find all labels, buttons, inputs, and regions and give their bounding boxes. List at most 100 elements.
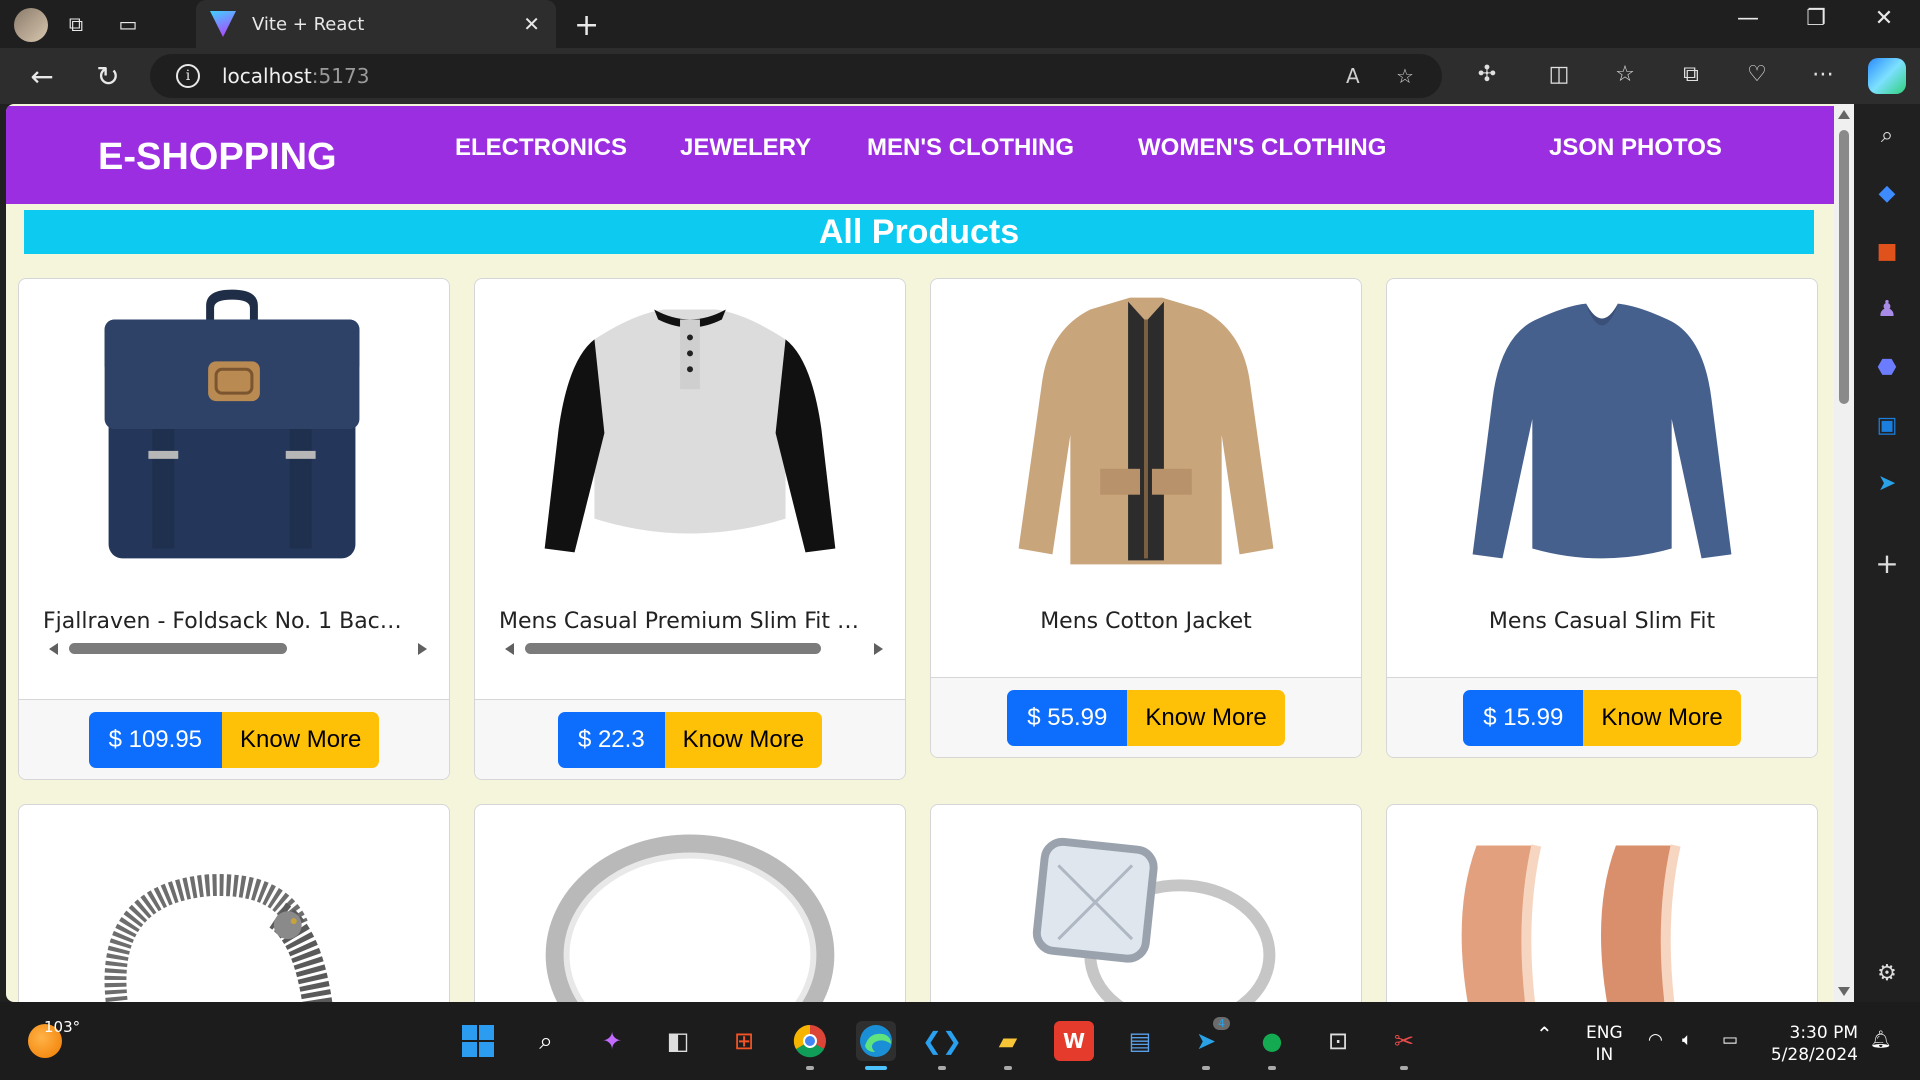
notification-bell-icon[interactable]: 🔔︎ <box>1870 1030 1892 1050</box>
copilot-pre-icon[interactable]: ✦ <box>592 1021 632 1061</box>
mongodb-compass-icon[interactable]: ● <box>1252 1021 1292 1070</box>
vertical-tabs-icon[interactable]: ▭ <box>114 10 142 38</box>
product-title: Mens Casual Slim Fit <box>1488 609 1716 634</box>
microsoft-store-icon[interactable]: ⊞ <box>724 1021 764 1061</box>
snipping-tool-icon[interactable]: ✂ <box>1384 1021 1424 1070</box>
show-hidden-icons-chevron-icon[interactable]: ⌃ <box>1536 1022 1553 1046</box>
price-button[interactable]: $ 15.99 <box>1463 690 1584 746</box>
close-window-button[interactable]: ✕ <box>1864 6 1904 31</box>
product-card: Fjallraven - Foldsack No. 1 Backp... $ 1… <box>18 278 450 780</box>
notepad-icon[interactable]: ▤ <box>1120 1021 1160 1061</box>
product-image-bracelet[interactable] <box>19 805 449 1002</box>
scroll-right-icon[interactable] <box>874 643 883 655</box>
edge-icon[interactable] <box>856 1021 896 1070</box>
terminal-icon[interactable]: ⊡ <box>1318 1021 1358 1061</box>
product-card: Mens Cotton Jacket $ 55.99 Know More <box>930 278 1362 758</box>
product-image-tshirt[interactable] <box>475 279 905 579</box>
product-image-long-sleeve[interactable] <box>1387 279 1817 579</box>
product-image-diamond-ring[interactable] <box>931 805 1361 1002</box>
nav-json-photos[interactable]: JSON PHOTOS <box>1549 134 1722 162</box>
read-aloud-icon[interactable]: A <box>1346 64 1360 88</box>
search-icon[interactable]: ⌕ <box>1870 118 1904 152</box>
scroll-thumb[interactable] <box>525 643 821 654</box>
back-icon[interactable]: ← <box>22 60 62 93</box>
tab-vite-react[interactable]: Vite + React ✕ <box>196 0 556 48</box>
scroll-thumb[interactable] <box>69 643 287 654</box>
product-image-ring[interactable] <box>475 805 905 1002</box>
clock[interactable]: 3:30 PM 5/28/2024 <box>1762 1022 1858 1066</box>
file-explorer-icon[interactable]: ▰ <box>988 1021 1028 1070</box>
language-indicator[interactable]: ENG IN <box>1586 1022 1623 1066</box>
product-title: Mens Cotton Jacket <box>1040 609 1252 634</box>
tab-close-icon[interactable]: ✕ <box>523 12 540 36</box>
favorite-star-icon[interactable]: ☆ <box>1396 64 1414 88</box>
know-more-button[interactable]: Know More <box>222 712 380 768</box>
running-indicator <box>1202 1066 1210 1070</box>
favorites-icon[interactable]: ☆ <box>1608 62 1642 87</box>
wifi-icon[interactable]: ◠ <box>1648 1030 1663 1050</box>
page-scrollbar[interactable] <box>1834 104 1854 1002</box>
product-image-jacket[interactable] <box>931 279 1361 579</box>
split-screen-icon[interactable]: ◫ <box>1542 62 1576 87</box>
price-button[interactable]: $ 22.3 <box>557 712 665 768</box>
know-more-button[interactable]: Know More <box>1583 690 1741 746</box>
nav-jewelery[interactable]: JEWELERY <box>680 134 811 162</box>
new-tab-button[interactable]: + <box>574 8 599 43</box>
nav-electronics[interactable]: ELECTRONICS <box>455 134 627 162</box>
scroll-right-icon[interactable] <box>418 643 427 655</box>
profile-avatar[interactable] <box>14 8 48 42</box>
price-button[interactable]: $ 55.99 <box>1007 690 1128 746</box>
minimize-button[interactable]: — <box>1728 6 1768 31</box>
product-image-plugs[interactable] <box>1387 805 1817 1002</box>
site-brand[interactable]: E-SHOPPING <box>98 136 337 179</box>
vscode-icon[interactable]: ❮❯ <box>922 1021 962 1070</box>
know-more-button[interactable]: Know More <box>664 712 823 768</box>
running-indicator <box>865 1066 887 1070</box>
chrome-icon[interactable] <box>790 1021 830 1070</box>
site-navbar: E-SHOPPING ELECTRONICS JEWELERY MEN'S CL… <box>6 106 1834 204</box>
telegram-icon[interactable]: ➤ 4 <box>1186 1017 1230 1070</box>
know-more-button[interactable]: Know More <box>1127 690 1285 746</box>
section-title: All Products <box>24 210 1814 254</box>
scroll-up-icon[interactable] <box>1838 110 1850 119</box>
nav-mens-clothing[interactable]: MEN'S CLOTHING <box>867 134 1074 162</box>
more-options-icon[interactable]: ⋯ <box>1806 62 1840 87</box>
title-scrollbar[interactable] <box>503 639 885 657</box>
start-windows-icon[interactable] <box>458 1021 498 1061</box>
task-view-icon[interactable]: ◧ <box>658 1021 698 1061</box>
workspaces-icon[interactable]: ⧉ <box>62 10 90 38</box>
product-title: Fjallraven - Foldsack No. 1 Backp... <box>43 609 428 634</box>
volume-icon[interactable]: 🔈︎ <box>1682 1030 1692 1050</box>
restore-button[interactable]: ❐ <box>1796 6 1836 31</box>
page-scroll-thumb[interactable] <box>1839 130 1849 404</box>
scroll-down-icon[interactable] <box>1838 987 1850 996</box>
browser-essentials-icon[interactable]: ♡ <box>1740 62 1774 87</box>
add-sidebar-app-icon[interactable]: + <box>1870 546 1904 580</box>
microsoft-365-icon[interactable]: ⬣ <box>1870 350 1904 384</box>
wps-office-icon[interactable]: W <box>1054 1021 1094 1061</box>
games-icon[interactable]: ♟ <box>1870 292 1904 326</box>
drop-icon[interactable]: ➤ <box>1870 466 1904 500</box>
scroll-left-icon[interactable] <box>49 643 58 655</box>
scroll-left-icon[interactable] <box>505 643 514 655</box>
site-info-icon[interactable]: i <box>176 64 200 88</box>
settings-gear-icon[interactable]: ⚙ <box>1870 956 1904 990</box>
card-footer: $ 55.99 Know More <box>931 677 1361 757</box>
battery-icon[interactable]: ▭ <box>1722 1030 1738 1050</box>
outlook-icon[interactable]: ▣ <box>1870 408 1904 442</box>
price-button[interactable]: $ 109.95 <box>88 712 223 768</box>
refresh-icon[interactable]: ↻ <box>88 60 128 93</box>
page-viewport: E-SHOPPING ELECTRONICS JEWELERY MEN'S CL… <box>6 104 1834 1002</box>
extensions-icon[interactable]: ✣ <box>1470 62 1504 87</box>
collections-icon[interactable]: ⧉ <box>1674 62 1708 87</box>
title-scrollbar[interactable] <box>47 639 429 657</box>
product-image-backpack[interactable] <box>19 279 449 579</box>
shopping-tag-icon[interactable]: ◆ <box>1870 176 1904 210</box>
card-footer: $ 109.95 Know More <box>19 699 449 779</box>
copilot-icon[interactable] <box>1868 58 1906 94</box>
nav-womens-clothing[interactable]: WOMEN'S CLOTHING <box>1138 134 1386 162</box>
address-bar[interactable]: i localhost:5173 A ☆ <box>150 54 1442 98</box>
search-taskbar-icon[interactable]: ⌕ <box>526 1021 566 1061</box>
tools-icon[interactable]: ■ <box>1870 234 1904 268</box>
product-card <box>18 804 450 1002</box>
